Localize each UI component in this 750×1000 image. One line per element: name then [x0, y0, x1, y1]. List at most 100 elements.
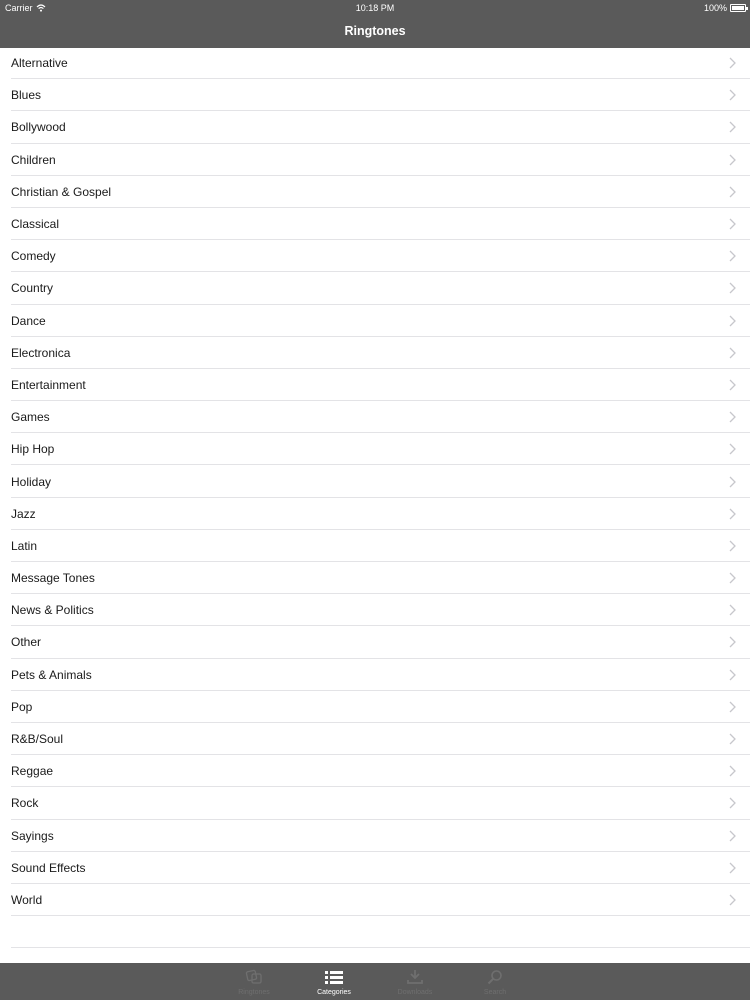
- category-label: Dance: [11, 313, 46, 328]
- category-row[interactable]: Other: [0, 626, 750, 659]
- category-row[interactable]: Country: [0, 272, 750, 305]
- category-label: Reggae: [11, 764, 54, 779]
- download-icon: [405, 968, 425, 986]
- chevron-right-icon: [729, 217, 737, 231]
- category-label: Pets & Animals: [11, 667, 92, 682]
- chevron-right-icon: [729, 249, 737, 263]
- category-row[interactable]: Hip Hop: [0, 433, 750, 466]
- category-label: Holiday: [11, 474, 52, 489]
- tab-label: Search: [483, 989, 507, 996]
- category-row[interactable]: Games: [0, 401, 750, 434]
- category-row[interactable]: Jazz: [0, 498, 750, 531]
- category-row[interactable]: Electronica: [0, 337, 750, 370]
- chevron-right-icon: [729, 314, 737, 328]
- category-row[interactable]: Reggae: [0, 755, 750, 788]
- chevron-right-icon: [729, 829, 737, 843]
- list-divider: [11, 947, 750, 948]
- category-row[interactable]: Sound Effects: [0, 852, 750, 885]
- category-row[interactable]: Message Tones: [0, 562, 750, 595]
- chevron-right-icon: [729, 571, 737, 585]
- category-row[interactable]: Comedy: [0, 240, 750, 273]
- category-label: Message Tones: [11, 571, 95, 586]
- category-row[interactable]: Christian & Gospel: [0, 176, 750, 209]
- category-label: Alternative: [11, 56, 68, 71]
- category-row[interactable]: Dance: [0, 305, 750, 337]
- tab-label: Downloads: [397, 989, 433, 996]
- category-row[interactable]: Sayings: [0, 820, 750, 852]
- tab-ringtones[interactable]: Ringtones: [214, 963, 294, 1000]
- category-label: R&B/Soul: [11, 732, 64, 747]
- category-label: Bollywood: [11, 120, 66, 135]
- category-label: Other: [11, 635, 42, 650]
- chevron-right-icon: [729, 442, 737, 456]
- tab-bar: Ringtones Categories Downloads Search: [0, 963, 750, 1000]
- category-label: Sound Effects: [11, 860, 86, 875]
- category-label: Games: [11, 410, 50, 425]
- battery-icon: [730, 4, 748, 12]
- category-row[interactable]: Alternative: [0, 47, 750, 80]
- chevron-right-icon: [729, 861, 737, 875]
- chevron-right-icon: [729, 764, 737, 778]
- status-time: 10:18 PM: [355, 3, 395, 13]
- category-row[interactable]: Entertainment: [0, 369, 750, 402]
- chevron-right-icon: [729, 120, 737, 134]
- chevron-right-icon: [729, 378, 737, 392]
- chevron-right-icon: [729, 475, 737, 489]
- category-label: Comedy: [11, 249, 56, 264]
- category-row[interactable]: Children: [0, 144, 750, 176]
- category-label: Sayings: [11, 828, 54, 843]
- list-icon: [324, 968, 344, 986]
- category-row[interactable]: Holiday: [0, 465, 750, 498]
- category-label: Rock: [11, 796, 39, 811]
- tab-label: Categories: [317, 989, 351, 996]
- chevron-right-icon: [729, 153, 737, 167]
- category-label: Children: [11, 152, 56, 167]
- category-label: Entertainment: [11, 377, 86, 392]
- battery-percent: 100%: [703, 3, 727, 13]
- category-label: Hip Hop: [11, 442, 55, 457]
- chevron-right-icon: [729, 668, 737, 682]
- category-list: Alternative Blues Bollywood Children Christi…: [0, 47, 750, 917]
- tab-label: Ringtones: [238, 989, 270, 996]
- category-row[interactable]: News & Politics: [0, 594, 750, 627]
- chevron-right-icon: [729, 732, 737, 746]
- chevron-right-icon: [729, 346, 737, 360]
- category-label: Christian & Gospel: [11, 184, 112, 199]
- chevron-right-icon: [729, 88, 737, 102]
- category-label: Electronica: [11, 345, 71, 360]
- chevron-right-icon: [729, 796, 737, 810]
- category-row[interactable]: Rock: [0, 787, 750, 820]
- tab-search[interactable]: Search: [455, 963, 535, 1000]
- category-row[interactable]: Blues: [0, 79, 750, 112]
- category-row[interactable]: Bollywood: [0, 111, 750, 144]
- ringtones-icon: [244, 968, 264, 986]
- category-row[interactable]: World: [0, 884, 750, 917]
- chevron-right-icon: [729, 410, 737, 424]
- navigation-bar: Ringtones: [0, 16, 750, 48]
- category-label: World: [11, 892, 43, 907]
- category-row[interactable]: Latin: [0, 530, 750, 563]
- chevron-right-icon: [729, 56, 737, 70]
- chevron-right-icon: [729, 185, 737, 199]
- chevron-right-icon: [729, 539, 737, 553]
- category-label: Pop: [11, 699, 33, 714]
- category-label: News & Politics: [11, 603, 94, 618]
- chevron-right-icon: [729, 281, 737, 295]
- category-label: Classical: [11, 217, 60, 232]
- category-row[interactable]: Classical: [0, 208, 750, 241]
- tab-categories[interactable]: Categories: [294, 963, 374, 1000]
- category-label: Latin: [11, 538, 38, 553]
- category-label: Blues: [11, 88, 42, 103]
- category-row[interactable]: Pop: [0, 691, 750, 724]
- chevron-right-icon: [729, 635, 737, 649]
- chevron-right-icon: [729, 893, 737, 907]
- tab-downloads[interactable]: Downloads: [375, 963, 455, 1000]
- chevron-right-icon: [729, 507, 737, 521]
- page-title: Ringtones: [344, 24, 406, 38]
- category-label: Country: [11, 281, 54, 296]
- category-label: Jazz: [11, 506, 36, 521]
- status-bar: Carrier 10:18 PM 100%: [0, 0, 750, 16]
- category-row[interactable]: R&B/Soul: [0, 723, 750, 756]
- category-row[interactable]: Pets & Animals: [0, 659, 750, 691]
- chevron-right-icon: [729, 700, 737, 714]
